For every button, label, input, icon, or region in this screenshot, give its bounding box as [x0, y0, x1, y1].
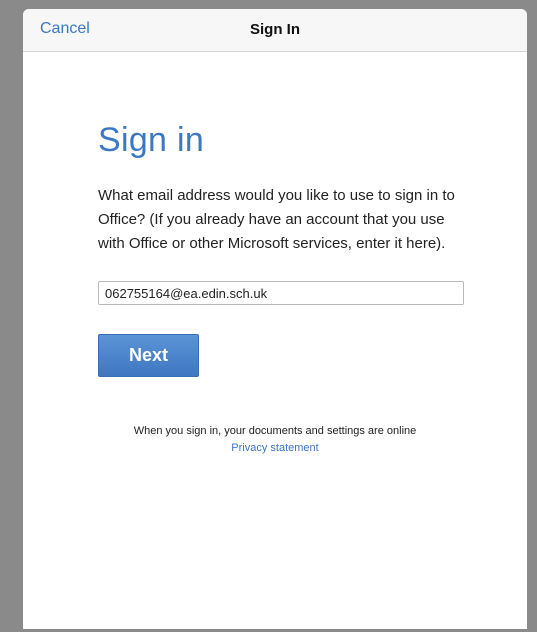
footer: When you sign in, your documents and set…	[23, 423, 527, 457]
navigation-bar: Cancel Sign In	[23, 9, 527, 52]
page-heading: Sign in	[98, 121, 205, 159]
privacy-statement-link[interactable]: Privacy statement	[23, 440, 527, 457]
nav-title: Sign In	[250, 21, 300, 38]
sign-in-sheet: Cancel Sign In Sign in What email addres…	[23, 9, 527, 629]
email-field[interactable]	[98, 281, 464, 305]
next-button[interactable]: Next	[98, 334, 199, 377]
online-notice: When you sign in, your documents and set…	[133, 425, 417, 437]
sign-in-form: Sign in What email address would you lik…	[98, 51, 468, 377]
description-text: What email address would you like to use…	[98, 187, 455, 252]
